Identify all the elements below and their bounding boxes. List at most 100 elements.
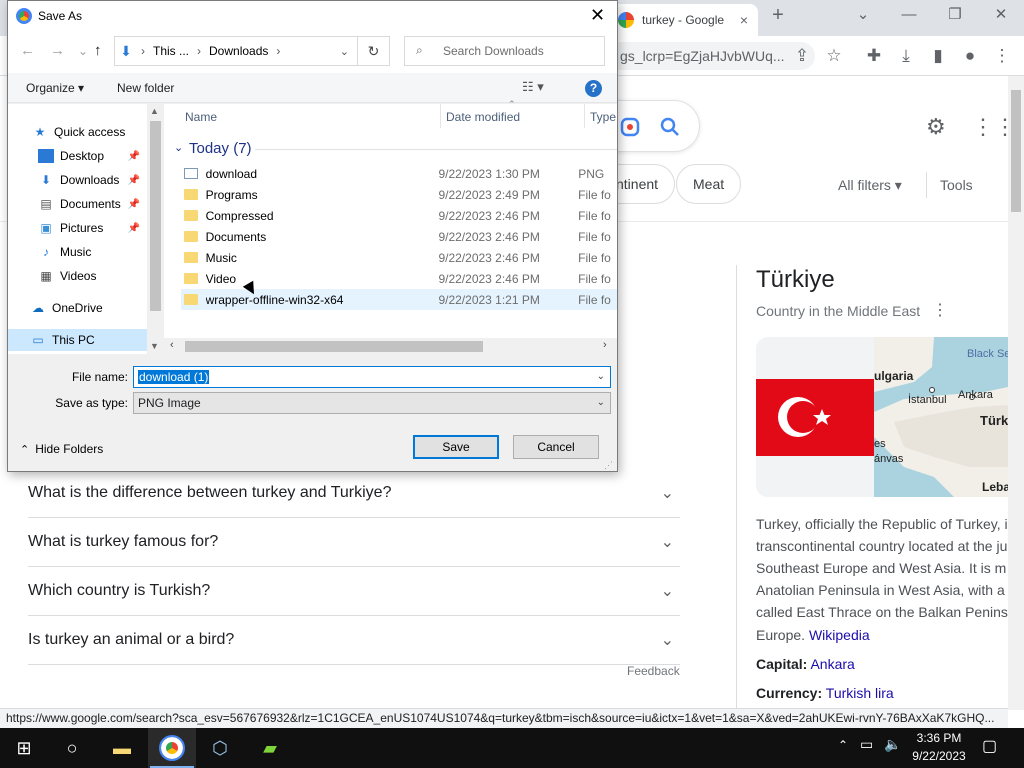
faq-item[interactable]: What is the difference between turkey an… bbox=[28, 469, 680, 518]
start-button[interactable]: ⊞ bbox=[0, 728, 48, 768]
hide-folders-button[interactable]: ⌃ Hide Folders bbox=[20, 442, 103, 456]
bookmark-star-icon[interactable]: ☆ bbox=[822, 44, 846, 68]
search-input[interactable]: Search Downloads bbox=[404, 36, 605, 66]
faq-item[interactable]: Is turkey an animal or a bird? ⌄ bbox=[28, 616, 680, 665]
feedback-link[interactable]: Feedback bbox=[627, 664, 680, 678]
notifications-icon[interactable]: ▢ bbox=[982, 736, 997, 756]
map-label: İstanbul bbox=[908, 393, 947, 406]
map-image[interactable]: Black Se ulgaria İstanbul Ankara Türk es… bbox=[874, 337, 1008, 497]
resize-grip-icon[interactable]: ⋰ bbox=[604, 460, 613, 471]
settings-gear-icon[interactable]: ⚙ bbox=[926, 114, 946, 140]
column-type[interactable]: Type bbox=[590, 110, 616, 124]
chevron-down-icon[interactable]: ⌄ bbox=[597, 367, 605, 387]
tab-search-button[interactable]: ⌄ bbox=[840, 0, 886, 32]
app-icon[interactable]: ▰ bbox=[246, 728, 294, 768]
restore-button[interactable]: ❐ bbox=[932, 0, 978, 32]
folder-row[interactable]: Music 9/22/2023 2:46 PM File fo bbox=[184, 247, 617, 268]
clock-time[interactable]: 3:36 PM bbox=[916, 731, 962, 745]
capital-link[interactable]: Ankara bbox=[810, 656, 854, 672]
file-type: File fo bbox=[578, 271, 611, 286]
breadcrumb[interactable]: ⬇ › This ... › Downloads › ⌄ bbox=[114, 36, 358, 66]
computer-icon: ▭ bbox=[32, 333, 44, 347]
folder-row[interactable]: Programs 9/22/2023 2:49 PM File fo bbox=[184, 184, 617, 205]
back-arrow-icon[interactable]: ← bbox=[20, 42, 35, 59]
tools-button[interactable]: Tools bbox=[940, 177, 973, 193]
breadcrumb-this-pc[interactable]: This ... bbox=[153, 44, 189, 58]
organize-button[interactable]: Organize ▾ bbox=[26, 81, 84, 95]
virtualbox-icon[interactable]: ⬡ bbox=[196, 728, 244, 768]
column-divider[interactable] bbox=[584, 104, 585, 128]
save-button[interactable]: Save bbox=[413, 435, 499, 459]
file-row[interactable]: download 9/22/2023 1:30 PM PNG bbox=[184, 163, 617, 184]
clock-date[interactable]: 9/22/2023 bbox=[906, 749, 972, 763]
currency-link[interactable]: Turkish lira bbox=[826, 685, 894, 701]
chrome-taskbar-icon[interactable] bbox=[148, 728, 196, 768]
dialog-titlebar[interactable]: Save As bbox=[8, 1, 617, 31]
more-options-icon[interactable]: ⋮ bbox=[932, 300, 948, 320]
breadcrumb-downloads[interactable]: Downloads bbox=[209, 44, 268, 58]
up-arrow-icon[interactable]: ↑ bbox=[94, 42, 102, 59]
group-header[interactable]: Today (7) bbox=[189, 140, 252, 157]
nav-item-documents[interactable]: ▤ Documents 📌 bbox=[38, 192, 144, 216]
nav-item-downloads[interactable]: ⬇ Downloads 📌 bbox=[38, 168, 144, 192]
scroll-down-arrow-icon[interactable]: ▼ bbox=[150, 341, 159, 351]
folder-icon bbox=[184, 210, 198, 221]
nav-label: Videos bbox=[60, 269, 97, 283]
nav-label: Desktop bbox=[60, 149, 105, 163]
chip-meat[interactable]: Meat bbox=[676, 164, 742, 204]
column-date-modified[interactable]: Date modified bbox=[446, 110, 520, 124]
taskbar-search-icon[interactable]: ○ bbox=[48, 728, 96, 768]
faq-item[interactable]: What is turkey famous for? ⌄ bbox=[28, 518, 680, 567]
search-icon[interactable] bbox=[660, 117, 680, 137]
file-name-field[interactable]: download (1) ⌄ bbox=[133, 366, 611, 388]
wikipedia-link[interactable]: Wikipedia bbox=[809, 627, 870, 643]
network-icon[interactable]: ▭ bbox=[860, 736, 873, 753]
folder-row[interactable]: Documents 9/22/2023 2:46 PM File fo bbox=[184, 226, 617, 247]
save-as-type-select[interactable]: PNG Image ⌄ bbox=[133, 392, 611, 414]
show-hidden-icons-icon[interactable]: ⌃ bbox=[838, 738, 848, 752]
cancel-button[interactable]: Cancel bbox=[513, 435, 599, 459]
refresh-button[interactable]: ↻ bbox=[358, 36, 390, 66]
volume-muted-icon[interactable]: 🔈 bbox=[884, 736, 901, 753]
nav-item-pictures[interactable]: ▣ Pictures 📌 bbox=[38, 216, 144, 240]
share-icon[interactable]: ⇪ bbox=[790, 44, 814, 68]
minimize-button[interactable]: — bbox=[886, 0, 932, 32]
downloads-icon[interactable]: ⤓ bbox=[894, 44, 918, 68]
profile-avatar-icon[interactable]: ● bbox=[958, 44, 982, 68]
faq-item[interactable]: Which country is Turkish? ⌄ bbox=[28, 567, 680, 616]
nav-item-desktop[interactable]: Desktop 📌 bbox=[38, 144, 144, 168]
capital-label: Capital: bbox=[756, 656, 808, 672]
all-filters-button[interactable]: All filters ▾ bbox=[838, 177, 902, 194]
flag-image[interactable] bbox=[756, 337, 874, 497]
chevron-down-icon: ⌄ bbox=[660, 534, 674, 551]
pictures-icon: ▣ bbox=[40, 221, 52, 235]
browser-tab[interactable]: turkey - Google × bbox=[608, 4, 758, 36]
nav-scrollbar-thumb[interactable] bbox=[150, 121, 161, 311]
chevron-down-icon[interactable]: ⌄ bbox=[340, 45, 349, 58]
horizontal-scrollbar-thumb[interactable] bbox=[185, 341, 483, 352]
help-icon[interactable]: ? bbox=[585, 80, 602, 97]
recent-locations-icon[interactable]: ⌄ bbox=[78, 44, 88, 58]
column-name[interactable]: Name bbox=[185, 110, 217, 124]
group-collapse-icon[interactable]: ⌄ bbox=[174, 141, 183, 154]
extensions-icon[interactable]: ✚ bbox=[862, 44, 886, 68]
scroll-left-arrow-icon[interactable]: ‹ bbox=[170, 339, 174, 351]
file-type: File fo bbox=[578, 292, 611, 307]
column-divider[interactable] bbox=[440, 104, 441, 128]
tab-close-icon[interactable]: × bbox=[740, 12, 748, 28]
dialog-close-button[interactable]: ✕ bbox=[590, 5, 605, 26]
side-panel-icon[interactable]: ▮ bbox=[926, 44, 950, 68]
scroll-up-arrow-icon[interactable]: ▲ bbox=[150, 106, 159, 116]
scroll-right-arrow-icon[interactable]: › bbox=[603, 339, 607, 351]
new-folder-button[interactable]: New folder bbox=[117, 81, 174, 95]
window-close-button[interactable]: ✕ bbox=[978, 0, 1024, 32]
file-explorer-icon[interactable]: ▬ bbox=[98, 728, 146, 768]
new-tab-button[interactable]: + bbox=[766, 4, 790, 30]
page-scrollbar-thumb[interactable] bbox=[1011, 90, 1021, 212]
view-options-icon[interactable]: ☷ ▾ bbox=[522, 79, 544, 95]
chevron-right-icon: › bbox=[197, 44, 202, 58]
lens-icon[interactable] bbox=[620, 117, 640, 137]
folder-row[interactable]: Compressed 9/22/2023 2:46 PM File fo bbox=[184, 205, 617, 226]
forward-arrow-icon[interactable]: → bbox=[50, 42, 65, 59]
chrome-menu-icon[interactable]: ⋮ bbox=[990, 44, 1014, 68]
